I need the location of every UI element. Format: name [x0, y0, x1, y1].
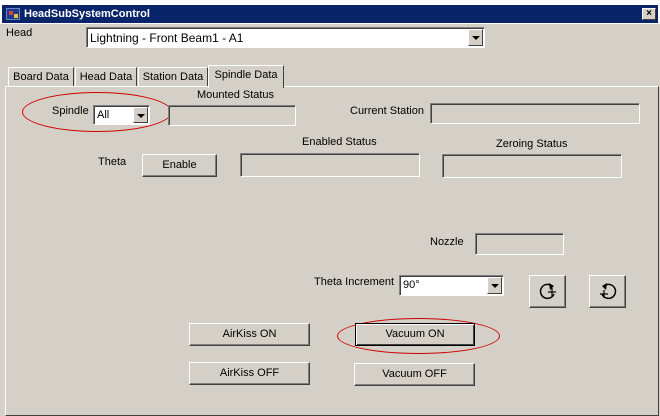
zeroing-status-field — [442, 154, 622, 178]
spindle-select[interactable]: All — [93, 105, 150, 125]
theta-increment-select[interactable]: 90° — [399, 275, 504, 296]
window-title: HeadSubSystemControl — [24, 8, 150, 20]
mounted-status-label: Mounted Status — [197, 89, 275, 101]
nozzle-label: Nozzle — [430, 236, 464, 248]
theta-increment-label: Theta Increment — [314, 276, 395, 288]
vacuum-on-button[interactable]: Vacuum ON — [355, 323, 475, 346]
rotate-ccw-button[interactable] — [529, 275, 566, 308]
nozzle-field — [475, 233, 564, 255]
current-station-field — [430, 103, 640, 124]
tab-board-data[interactable]: Board Data — [8, 67, 74, 86]
tab-spindle-data[interactable]: Spindle Data — [208, 65, 284, 88]
close-button[interactable]: × — [642, 8, 656, 20]
theta-increment-value: 90° — [403, 279, 420, 291]
head-label: Head — [6, 27, 33, 39]
rotate-cw-icon — [600, 283, 617, 300]
airkiss-off-button[interactable]: AirKiss OFF — [189, 362, 310, 385]
chevron-down-icon[interactable] — [487, 277, 502, 294]
enabled-status-label: Enabled Status — [302, 136, 377, 148]
head-select[interactable]: Lightning - Front Beam1 - A1 — [86, 27, 485, 48]
chevron-down-icon[interactable] — [133, 107, 148, 123]
enable-button[interactable]: Enable — [142, 154, 217, 177]
chevron-down-icon[interactable] — [468, 29, 483, 46]
tab-head-data[interactable]: Head Data — [75, 67, 137, 86]
enabled-status-field — [240, 153, 420, 177]
mounted-status-field — [168, 105, 296, 126]
spindle-select-value: All — [97, 109, 110, 121]
current-station-label: Current Station — [350, 105, 424, 117]
app-icon — [6, 8, 20, 20]
head-select-value: Lightning - Front Beam1 - A1 — [90, 31, 244, 45]
theta-label: Theta — [98, 156, 127, 168]
rotate-ccw-icon — [539, 283, 556, 300]
zeroing-status-label: Zeroing Status — [496, 138, 568, 150]
airkiss-on-button[interactable]: AirKiss ON — [189, 323, 310, 346]
spindle-label: Spindle — [52, 105, 89, 117]
rotate-cw-button[interactable] — [589, 275, 626, 308]
tab-station-data[interactable]: Station Data — [138, 67, 208, 86]
vacuum-off-button[interactable]: Vacuum OFF — [354, 363, 475, 386]
